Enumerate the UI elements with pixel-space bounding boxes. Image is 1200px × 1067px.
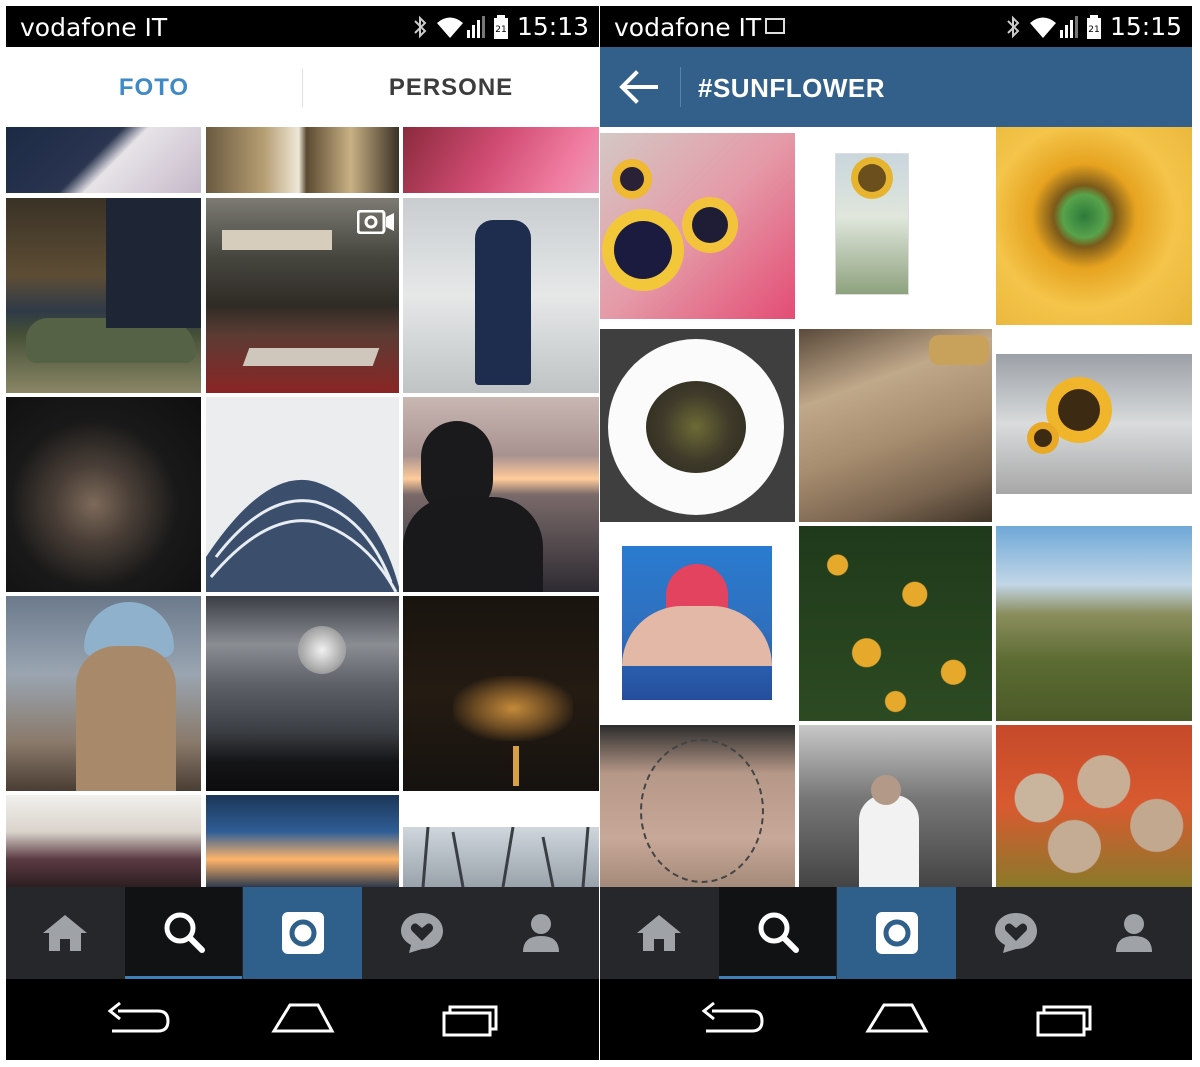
nav-activity[interactable]: [957, 887, 1075, 979]
home-outline-icon[interactable]: [862, 999, 932, 1039]
photo-tile[interactable]: [206, 397, 399, 592]
clock: 15:13: [516, 12, 589, 41]
photo-tile[interactable]: [206, 127, 399, 193]
photo-tile[interactable]: [403, 397, 599, 592]
hashtag-header: #SUNFLOWER: [600, 47, 1192, 127]
camera-icon: [281, 912, 324, 954]
photo-tile[interactable]: [600, 329, 795, 522]
nav-home[interactable]: [6, 887, 124, 979]
photo-tile[interactable]: [600, 725, 795, 887]
search-icon: [164, 912, 205, 953]
recents-icon[interactable]: [1030, 999, 1100, 1039]
photo-tile[interactable]: [6, 127, 201, 193]
recents-icon[interactable]: [436, 999, 506, 1039]
hashtag-title: #SUNFLOWER: [698, 73, 885, 103]
bluetooth-icon: [414, 15, 427, 38]
search-icon: [758, 912, 799, 953]
nav-camera[interactable]: [837, 887, 956, 979]
nav-camera[interactable]: [243, 887, 362, 979]
video-icon: [357, 210, 394, 234]
explore-tabs: FOTO PERSONE: [6, 47, 599, 128]
photo-tile[interactable]: [403, 198, 599, 393]
back-icon[interactable]: [696, 999, 766, 1039]
photo-tile[interactable]: [799, 725, 992, 887]
nav-home[interactable]: [600, 887, 718, 979]
photo-tile[interactable]: [996, 127, 1192, 325]
battery-icon: 21: [493, 14, 508, 39]
photo-tile[interactable]: [6, 198, 201, 393]
nav-search[interactable]: [719, 887, 836, 979]
home-outline-icon[interactable]: [268, 999, 338, 1039]
svg-text:21: 21: [495, 25, 506, 35]
photo-tile[interactable]: [403, 596, 599, 791]
photo-tile[interactable]: [403, 827, 599, 887]
hashtag-photo-grid: [600, 127, 1192, 887]
back-icon[interactable]: [102, 999, 172, 1039]
profile-icon: [522, 914, 559, 952]
photo-tile[interactable]: [799, 127, 992, 325]
nav-activity[interactable]: [363, 887, 481, 979]
battery-icon: 21: [1086, 14, 1101, 39]
photo-tile[interactable]: [996, 526, 1192, 721]
activity-heart-icon: [401, 913, 443, 953]
carrier-label: vodafone IT: [20, 13, 168, 42]
wifi-signal-icon: [1029, 15, 1078, 38]
status-bar: vodafone IT 21 15:13: [6, 6, 599, 47]
photo-tile[interactable]: [996, 354, 1192, 494]
bottom-navigation: [600, 887, 1192, 979]
profile-icon: [1116, 914, 1152, 952]
home-icon: [637, 915, 681, 951]
nav-profile[interactable]: [482, 887, 599, 979]
gallery-icon: [765, 18, 785, 34]
wifi-signal-icon: [436, 15, 485, 38]
android-system-bar: [6, 979, 599, 1060]
tab-persone[interactable]: PERSONE: [303, 47, 599, 127]
camera-icon: [875, 912, 918, 954]
photo-tile[interactable]: [799, 526, 992, 721]
explore-screen: vodafone IT 21 15:13 FOTO PERSONE: [6, 6, 599, 1060]
photo-tile[interactable]: [6, 596, 201, 791]
photo-tile[interactable]: [600, 526, 795, 721]
clock: 15:15: [1109, 12, 1182, 41]
bottom-navigation: [6, 887, 599, 979]
svg-text:21: 21: [1088, 25, 1099, 35]
nav-profile[interactable]: [1076, 887, 1192, 979]
photo-tile[interactable]: [600, 133, 795, 319]
photo-grid: [6, 127, 599, 887]
photo-tile[interactable]: [403, 127, 599, 193]
bluetooth-icon: [1007, 15, 1020, 38]
photo-tile[interactable]: [206, 795, 399, 887]
nav-search[interactable]: [125, 887, 242, 979]
header-divider: [680, 67, 681, 107]
activity-heart-icon: [995, 913, 1037, 953]
photo-tile[interactable]: [206, 198, 399, 393]
carrier-label: vodafone IT: [614, 13, 762, 42]
tab-foto[interactable]: FOTO: [6, 47, 302, 127]
photo-tile[interactable]: [6, 397, 201, 592]
back-arrow-icon[interactable]: [618, 70, 658, 104]
status-bar: vodafone IT 21 15:15: [600, 6, 1192, 47]
photo-tile[interactable]: [996, 725, 1192, 887]
photo-tile[interactable]: [6, 795, 201, 887]
home-icon: [43, 915, 87, 951]
android-system-bar: [600, 979, 1192, 1060]
photo-tile[interactable]: [206, 596, 399, 791]
hashtag-screen: vodafone IT 21 15:15 #SUNFLOWER: [600, 6, 1192, 1060]
photo-tile[interactable]: [799, 329, 992, 522]
